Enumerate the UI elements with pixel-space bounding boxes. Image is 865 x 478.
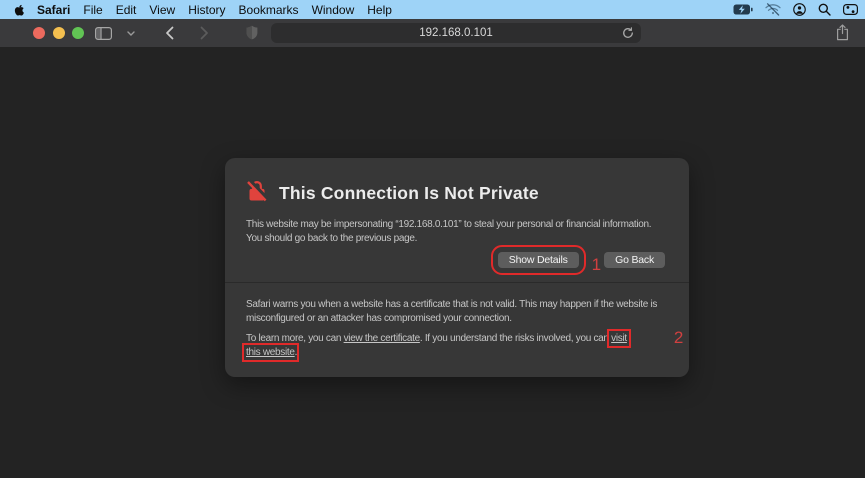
learn-more-part3: . (294, 347, 298, 358)
forward-button-icon[interactable] (200, 26, 209, 40)
warning-dialog: This Connection Is Not Private This webs… (225, 158, 689, 377)
user-icon[interactable] (793, 3, 806, 16)
browser-toolbar: 192.168.0.101 (0, 19, 865, 47)
insecure-lock-icon (246, 179, 269, 208)
annotation-step-1: 1 (591, 255, 602, 274)
wifi-off-icon[interactable] (765, 3, 781, 16)
sidebar-toggle-icon[interactable] (95, 27, 112, 40)
dialog-buttons: Show Details 1 Go Back (490, 245, 665, 275)
warning-dialog-top-section: This Connection Is Not Private This webs… (225, 158, 689, 283)
this-website-link[interactable]: this website (242, 343, 299, 362)
desktop-screen: Safari File Edit View History Bookmarks … (0, 0, 865, 478)
reload-icon[interactable] (622, 27, 634, 39)
apple-menu-icon[interactable] (13, 3, 25, 17)
privacy-shield-icon[interactable] (246, 25, 258, 40)
menu-item-file[interactable]: File (83, 3, 102, 17)
control-center-icon[interactable] (843, 4, 858, 15)
learn-more-part1: To learn more, you can (246, 333, 344, 344)
certificate-info-text: Safari warns you when a website has a ce… (246, 299, 658, 324)
menu-item-view[interactable]: View (149, 3, 175, 17)
battery-charging-icon[interactable] (733, 4, 753, 15)
menu-item-window[interactable]: Window (312, 3, 355, 17)
annotation-step-2: 2 (673, 328, 683, 347)
minimize-window-button[interactable] (53, 27, 65, 39)
dialog-title-row: This Connection Is Not Private (246, 179, 689, 208)
menu-item-safari[interactable]: Safari (37, 3, 70, 17)
show-details-button[interactable]: Show Details (490, 245, 586, 275)
search-icon[interactable] (818, 3, 831, 16)
address-bar[interactable]: 192.168.0.101 (271, 23, 641, 43)
menu-bar: Safari File Edit View History Bookmarks … (0, 0, 865, 19)
learn-more-text: To learn more, you can view the certific… (242, 328, 686, 362)
dialog-title: This Connection Is Not Private (279, 183, 539, 203)
visit-link[interactable]: visit (607, 329, 631, 348)
warning-text: This website may be impersonating “192.1… (246, 219, 652, 244)
menu-bar-status-area (733, 0, 858, 19)
zoom-window-button[interactable] (72, 27, 84, 39)
menu-item-bookmarks[interactable]: Bookmarks (239, 3, 299, 17)
menu-item-help[interactable]: Help (367, 3, 392, 17)
warning-dialog-bottom-section: Safari warns you when a website has a ce… (225, 283, 689, 362)
back-button-icon[interactable] (165, 26, 174, 40)
address-bar-url: 192.168.0.101 (419, 27, 493, 39)
chevron-down-icon[interactable] (127, 31, 135, 36)
close-window-button[interactable] (33, 27, 45, 39)
learn-more-part2: . If you understand the risks involved, … (419, 333, 612, 344)
view-certificate-link[interactable]: view the certificate (344, 333, 421, 344)
menu-item-edit[interactable]: Edit (116, 3, 137, 17)
menu-item-history[interactable]: History (188, 3, 225, 17)
go-back-button[interactable]: Go Back (604, 252, 665, 268)
share-icon[interactable] (836, 24, 849, 41)
